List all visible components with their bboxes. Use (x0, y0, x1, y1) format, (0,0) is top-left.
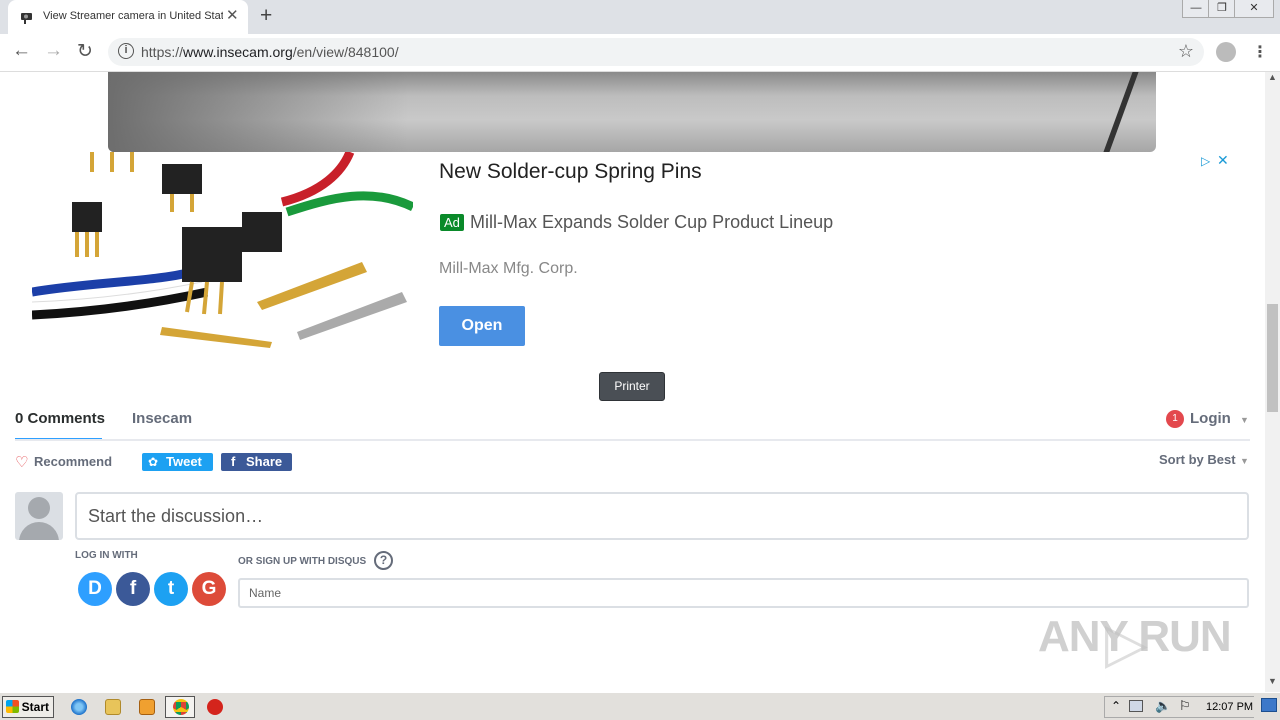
sort-dropdown[interactable]: Sort by Best (1159, 452, 1236, 467)
vertical-scrollbar[interactable]: ▲ ▼ (1265, 72, 1280, 692)
new-tab-button[interactable]: + (260, 4, 272, 28)
name-input[interactable] (238, 578, 1249, 608)
address-bar[interactable]: i https://www.insecam.org/en/view/848100… (108, 38, 1204, 66)
ad-advertiser: Mill-Max Mfg. Corp. (439, 260, 578, 277)
chrome-icon (173, 699, 189, 715)
login-caret-icon[interactable]: ▼ (1240, 415, 1249, 425)
tab-community[interactable]: Insecam (132, 410, 192, 427)
twitter-login-icon[interactable]: t (154, 572, 188, 606)
kebab-menu-icon[interactable]: ⋮ (1252, 42, 1268, 62)
printer-button[interactable]: Printer (599, 372, 665, 401)
ad-badge: Ad (440, 214, 464, 231)
scroll-down-icon[interactable]: ▼ (1268, 676, 1277, 686)
url-text: https://www.insecam.org/en/view/848100/ (141, 44, 399, 60)
user-avatar (15, 492, 63, 540)
internet-explorer-icon[interactable] (71, 699, 87, 715)
scroll-thumb[interactable] (1267, 304, 1278, 412)
minimize-button[interactable]: — (1182, 0, 1210, 18)
disqus-divider (15, 439, 1250, 441)
browser-tab-bar: View Streamer camera in United States ✕ … (0, 0, 1280, 34)
help-icon[interactable]: ? (374, 551, 393, 570)
ad-open-button[interactable]: Open (439, 306, 525, 346)
bookmark-star-icon[interactable]: ☆ (1178, 41, 1194, 62)
tray-expand-icon[interactable]: ⌃ (1111, 699, 1121, 713)
tab-close-icon[interactable]: ✕ (226, 6, 239, 24)
page-viewport: New Solder-cup Spring Pins Ad Mill-Max E… (0, 72, 1265, 692)
tweet-button[interactable]: ✿ Tweet (142, 453, 213, 471)
close-window-button[interactable]: ✕ (1234, 0, 1274, 18)
sort-caret-icon[interactable]: ▼ (1240, 456, 1249, 466)
facebook-share-button[interactable]: f Share (221, 453, 292, 471)
facebook-login-icon[interactable]: f (116, 572, 150, 606)
discussion-input[interactable] (75, 492, 1249, 540)
camera-stream-image (108, 72, 1156, 152)
notification-badge[interactable]: 1 (1166, 410, 1184, 428)
windows-taskbar: Start ⌃ 🔈 ⚐ 12:07 PM (0, 692, 1280, 720)
scroll-up-icon[interactable]: ▲ (1268, 72, 1277, 82)
chrome-taskbar-button[interactable] (165, 696, 195, 718)
back-arrow-icon[interactable]: ← (12, 40, 31, 62)
forward-arrow-icon[interactable]: → (44, 40, 63, 62)
tab-comments[interactable]: 0 Comments (15, 410, 105, 427)
twitter-bird-icon: ✿ (148, 455, 159, 469)
maximize-button[interactable]: ❐ (1208, 0, 1236, 18)
ad-description[interactable]: Mill-Max Expands Solder Cup Product Line… (470, 212, 833, 233)
show-desktop-button[interactable] (1261, 698, 1277, 712)
heart-icon[interactable]: ♡ (15, 453, 28, 471)
taskbar-clock[interactable]: 12:07 PM (1206, 701, 1253, 713)
browser-tab[interactable]: View Streamer camera in United States ✕ (8, 0, 248, 34)
google-login-icon[interactable]: G (192, 572, 226, 606)
camera-favicon-icon (21, 13, 32, 24)
network-icon[interactable] (1129, 700, 1143, 712)
disqus-login-icon[interactable]: D (78, 572, 112, 606)
login-menu[interactable]: Login (1190, 410, 1231, 427)
ad-close-icon[interactable]: ✕ (1217, 152, 1229, 169)
start-button[interactable]: Start (2, 696, 54, 718)
login-with-label: LOG IN WITH (75, 550, 138, 561)
facebook-icon: f (231, 454, 236, 469)
info-icon[interactable]: i (118, 43, 134, 59)
alert-app-icon[interactable] (207, 699, 223, 715)
volume-icon[interactable]: 🔈 (1155, 698, 1171, 714)
windows-logo-icon (6, 700, 19, 713)
file-explorer-icon[interactable] (105, 699, 121, 715)
action-center-flag-icon[interactable]: ⚐ (1179, 698, 1191, 714)
adchoices-icon[interactable]: ▷ (1201, 154, 1210, 168)
browser-toolbar: ← → ↻ i https://www.insecam.org/en/view/… (0, 34, 1280, 72)
signup-disqus-label: OR SIGN UP WITH DISQUS (238, 556, 367, 567)
profile-avatar-icon[interactable] (1216, 42, 1236, 62)
reload-icon[interactable]: ↻ (77, 40, 93, 63)
anyrun-play-icon: ▷ (1105, 611, 1149, 674)
ad-product-image[interactable] (32, 152, 413, 352)
media-player-icon[interactable] (139, 699, 155, 715)
tab-title: View Streamer camera in United States (43, 10, 223, 22)
recommend-button[interactable]: Recommend (34, 454, 112, 469)
ad-title[interactable]: New Solder-cup Spring Pins (439, 160, 702, 184)
